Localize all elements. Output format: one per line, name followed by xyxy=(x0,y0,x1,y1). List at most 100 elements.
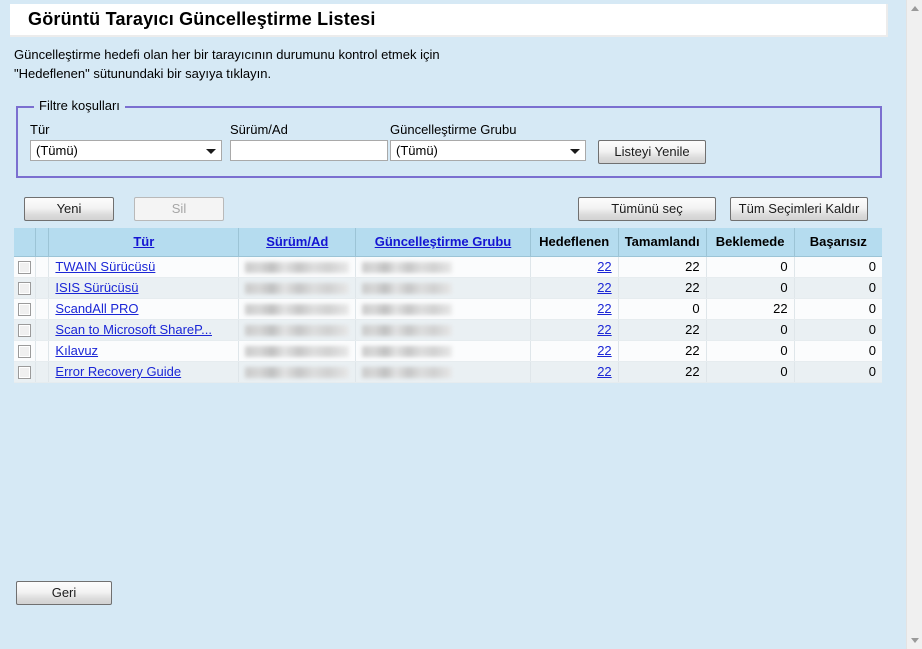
row-spacer-cell xyxy=(35,256,50,278)
deselect-all-button[interactable]: Tüm Seçimleri Kaldır xyxy=(730,197,868,221)
column-header-pending: Beklemede xyxy=(706,228,795,257)
row-failed-cell: 0 xyxy=(794,361,882,383)
row-spacer-cell xyxy=(35,340,50,362)
row-pending-cell: 0 xyxy=(706,256,795,278)
table-row: Error Recovery Guide 22 22 0 0 xyxy=(14,361,882,383)
row-targeted-cell: 22 xyxy=(530,361,619,383)
row-update-group-cell xyxy=(355,319,531,341)
row-pending-cell: 22 xyxy=(706,298,795,320)
chevron-down-icon xyxy=(206,149,216,154)
redacted-value xyxy=(362,283,453,295)
scroll-up-button[interactable] xyxy=(907,0,922,17)
filter-version-input[interactable] xyxy=(230,140,388,161)
refresh-list-button[interactable]: Listeyi Yenile xyxy=(598,140,706,164)
redacted-value xyxy=(245,325,350,337)
vertical-scrollbar[interactable] xyxy=(906,0,922,649)
new-button[interactable]: Yeni xyxy=(24,197,114,221)
row-version-cell xyxy=(238,298,357,320)
table-row: Kılavuz 22 22 0 0 xyxy=(14,340,882,362)
page-canvas: Görüntü Tarayıcı Güncelleştirme Listesi … xyxy=(0,0,906,649)
column-header-update-group[interactable]: Güncelleştirme Grubu xyxy=(355,228,531,257)
row-checkbox-cell[interactable] xyxy=(14,277,37,299)
scroll-down-button[interactable] xyxy=(907,632,922,649)
row-type-link[interactable]: TWAIN Sürücüsü xyxy=(55,259,155,274)
filter-version-label: Sürüm/Ad xyxy=(230,122,288,137)
table-row: TWAIN Sürücüsü 22 22 0 0 xyxy=(14,256,882,278)
description-line-2: "Hedeflenen" sütunundaki bir sayıya tıkl… xyxy=(14,66,272,81)
row-targeted-cell: 22 xyxy=(530,277,619,299)
redacted-value xyxy=(245,367,350,379)
row-checkbox-cell[interactable] xyxy=(14,340,37,362)
row-targeted-link[interactable]: 22 xyxy=(597,280,611,295)
row-checkbox[interactable] xyxy=(18,345,32,359)
row-version-cell xyxy=(238,361,357,383)
row-spacer-cell xyxy=(35,277,50,299)
row-update-group-cell xyxy=(355,298,531,320)
row-targeted-link[interactable]: 22 xyxy=(597,364,611,379)
filter-update-group-label: Güncelleştirme Grubu xyxy=(390,122,517,137)
row-version-cell xyxy=(238,277,357,299)
column-header-blank xyxy=(35,228,50,257)
row-spacer-cell xyxy=(35,298,50,320)
row-checkbox[interactable] xyxy=(18,324,32,338)
row-version-cell xyxy=(238,340,357,362)
row-targeted-cell: 22 xyxy=(530,319,619,341)
filter-type-select[interactable]: (Tümü) xyxy=(30,140,222,161)
column-header-failed: Başarısız xyxy=(794,228,882,257)
row-type-cell: Kılavuz xyxy=(48,340,240,362)
redacted-value xyxy=(362,367,453,379)
chevron-down-icon xyxy=(570,149,580,154)
column-header-type[interactable]: Tür xyxy=(48,228,240,257)
row-pending-cell: 0 xyxy=(706,340,795,362)
row-type-link[interactable]: ScandAll PRO xyxy=(55,301,138,316)
filter-update-group-value: (Tümü) xyxy=(396,143,438,158)
select-all-button[interactable]: Tümünü seç xyxy=(578,197,716,221)
column-header-type-link[interactable]: Tür xyxy=(133,234,154,249)
row-targeted-link[interactable]: 22 xyxy=(597,301,611,316)
row-failed-cell: 0 xyxy=(794,298,882,320)
row-checkbox-cell[interactable] xyxy=(14,361,37,383)
filter-type-group: Tür (Tümü) xyxy=(30,122,230,161)
row-checkbox-cell[interactable] xyxy=(14,256,37,278)
column-header-update-group-link[interactable]: Güncelleştirme Grubu xyxy=(375,234,512,249)
column-header-checkbox xyxy=(14,228,37,257)
row-completed-cell: 22 xyxy=(618,256,707,278)
row-checkbox[interactable] xyxy=(18,282,32,296)
row-checkbox[interactable] xyxy=(18,366,32,380)
row-type-link[interactable]: ISIS Sürücüsü xyxy=(55,280,138,295)
row-pending-cell: 0 xyxy=(706,361,795,383)
column-header-version[interactable]: Sürüm/Ad xyxy=(238,228,357,257)
back-button[interactable]: Geri xyxy=(16,581,112,605)
row-type-link[interactable]: Kılavuz xyxy=(55,343,98,358)
redacted-value xyxy=(245,262,350,274)
filter-version-group: Sürüm/Ad xyxy=(230,122,400,161)
filter-update-group-select[interactable]: (Tümü) xyxy=(390,140,586,161)
table-row: ISIS Sürücüsü 22 22 0 0 xyxy=(14,277,882,299)
row-type-cell: Error Recovery Guide xyxy=(48,361,240,383)
row-targeted-link[interactable]: 22 xyxy=(597,322,611,337)
scanner-update-table: Tür Sürüm/Ad Güncelleştirme Grubu Hedefl… xyxy=(14,228,882,383)
row-pending-cell: 0 xyxy=(706,319,795,341)
row-targeted-link[interactable]: 22 xyxy=(597,343,611,358)
row-checkbox-cell[interactable] xyxy=(14,319,37,341)
triangle-up-icon xyxy=(911,6,919,11)
delete-button: Sil xyxy=(134,197,224,221)
filter-conditions-panel: Filtre koşulları Tür (Tümü) Sürüm/Ad Gün… xyxy=(16,99,882,178)
row-completed-cell: 0 xyxy=(618,298,707,320)
redacted-value xyxy=(362,304,453,316)
table-row: Scan to Microsoft ShareP... 22 22 0 0 xyxy=(14,319,882,341)
row-type-link[interactable]: Scan to Microsoft ShareP... xyxy=(55,322,212,337)
title-bar: Görüntü Tarayıcı Güncelleştirme Listesi xyxy=(10,4,888,37)
row-checkbox[interactable] xyxy=(18,261,32,275)
row-checkbox[interactable] xyxy=(18,303,32,317)
row-type-link[interactable]: Error Recovery Guide xyxy=(55,364,181,379)
row-type-cell: ISIS Sürücüsü xyxy=(48,277,240,299)
filter-group-group: Güncelleştirme Grubu (Tümü) xyxy=(390,122,600,161)
redacted-value xyxy=(245,283,350,295)
triangle-down-icon xyxy=(911,638,919,643)
page-title: Görüntü Tarayıcı Güncelleştirme Listesi xyxy=(28,9,376,29)
row-targeted-link[interactable]: 22 xyxy=(597,259,611,274)
redacted-value xyxy=(362,346,453,358)
column-header-version-link[interactable]: Sürüm/Ad xyxy=(266,234,328,249)
row-checkbox-cell[interactable] xyxy=(14,298,37,320)
